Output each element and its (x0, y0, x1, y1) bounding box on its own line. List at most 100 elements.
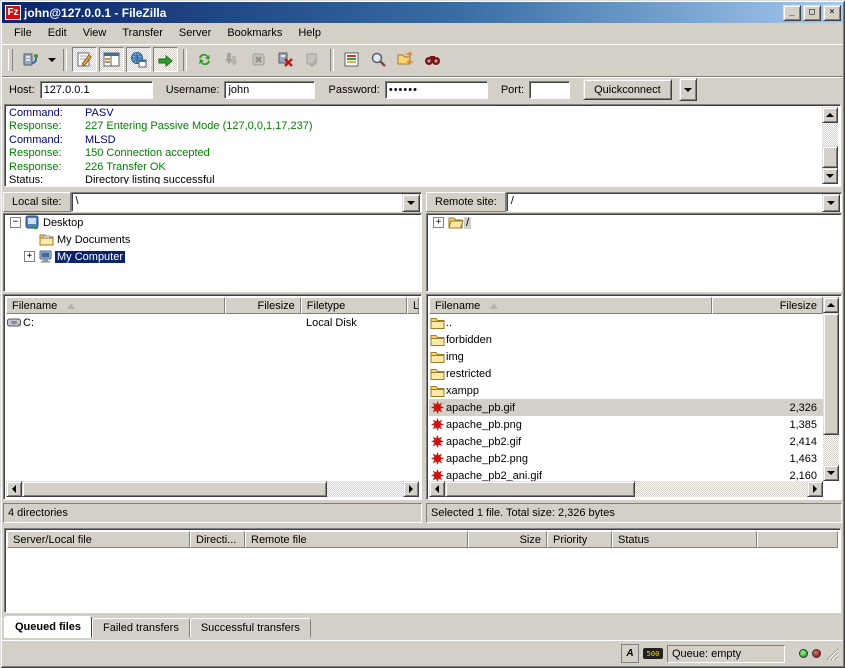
log-vertical-scrollbar[interactable] (822, 107, 838, 184)
menu-server[interactable]: Server (171, 25, 219, 41)
resize-grip[interactable] (825, 647, 839, 661)
scroll-down-button[interactable] (823, 465, 839, 481)
collapse-icon[interactable]: − (10, 217, 21, 228)
remote-file-row-selected[interactable]: apache_pb.gif 2,326 (429, 399, 823, 416)
column-header-priority[interactable]: Priority (547, 531, 612, 548)
column-header-filesize[interactable]: Filesize (712, 297, 823, 314)
tree-item-root[interactable]: + / (427, 214, 841, 231)
toolbar-separator (63, 49, 67, 71)
tree-item-my-computer[interactable]: + My Computer (4, 248, 421, 265)
password-input[interactable] (385, 81, 488, 99)
column-header-filename[interactable]: Filename (6, 297, 225, 314)
speed-limit-icon[interactable]: 500 (643, 648, 663, 659)
chevron-down-icon (684, 88, 692, 92)
cancel-operation-button[interactable] (246, 47, 271, 72)
close-button[interactable]: × (823, 5, 841, 21)
menu-transfer[interactable]: Transfer (114, 25, 171, 41)
scroll-left-button[interactable] (429, 481, 445, 497)
remote-vertical-scrollbar[interactable] (823, 297, 839, 481)
scroll-down-button[interactable] (822, 168, 838, 184)
local-horizontal-scrollbar[interactable] (6, 481, 419, 497)
site-manager-dropdown-button[interactable] (45, 47, 58, 72)
expand-icon[interactable]: + (24, 251, 35, 262)
scroll-thumb[interactable] (822, 146, 838, 168)
remote-file-row[interactable]: restricted (429, 365, 823, 382)
remote-file-row[interactable]: xampp (429, 382, 823, 399)
host-input[interactable] (40, 81, 153, 99)
tab-queued-files[interactable]: Queued files (4, 616, 92, 638)
minimize-button[interactable]: _ (783, 5, 801, 21)
expand-icon[interactable]: + (433, 217, 444, 228)
maximize-button[interactable]: □ (803, 5, 821, 21)
local-site-combobox[interactable]: \ (71, 192, 422, 212)
toggle-local-tree-button[interactable] (99, 47, 124, 72)
quickconnect-button[interactable]: Quickconnect (583, 79, 672, 100)
username-input[interactable] (224, 81, 315, 99)
find-files-button[interactable] (420, 47, 445, 72)
column-header-server-local-file[interactable]: Server/Local file (7, 531, 190, 548)
column-header-filetype[interactable]: Filetype (301, 297, 407, 314)
reconnect-button[interactable] (300, 47, 325, 72)
column-header-status[interactable]: Status (612, 531, 757, 548)
arrow-down-icon (827, 471, 835, 475)
sort-ascending-icon (490, 303, 498, 309)
remote-file-row[interactable]: .. (429, 314, 823, 331)
remote-site-dropdown-button[interactable] (822, 194, 840, 212)
tab-failed-transfers[interactable]: Failed transfers (92, 618, 190, 638)
tree-item-my-documents[interactable]: My Documents (4, 231, 421, 248)
column-header-last-modified[interactable]: L (407, 297, 419, 314)
directory-filter-button[interactable] (339, 47, 364, 72)
scroll-left-button[interactable] (6, 481, 22, 497)
scroll-thumb[interactable] (823, 313, 839, 435)
local-file-row[interactable]: C: Local Disk (6, 314, 419, 331)
scroll-up-button[interactable] (823, 297, 839, 313)
column-header-filesize[interactable]: Filesize (225, 297, 300, 314)
message-log: Command:PASV Response:227 Entering Passi… (4, 104, 841, 187)
tree-item-desktop[interactable]: − Desktop (4, 214, 421, 231)
scroll-right-button[interactable] (403, 481, 419, 497)
menu-file[interactable]: File (6, 25, 40, 41)
column-header-remote-file[interactable]: Remote file (245, 531, 468, 548)
remote-file-row[interactable]: apache_pb.png 1,385 (429, 416, 823, 433)
menu-view[interactable]: View (75, 25, 115, 41)
data-type-ascii-icon: A (621, 644, 639, 663)
process-queue-button[interactable] (219, 47, 244, 72)
menu-edit[interactable]: Edit (40, 25, 75, 41)
remote-site-value: / (511, 195, 514, 207)
site-manager-button[interactable] (18, 47, 43, 72)
folder-icon (429, 334, 446, 346)
toggle-queue-button[interactable] (153, 47, 178, 72)
remote-horizontal-scrollbar[interactable] (429, 481, 823, 497)
column-header-blank (757, 531, 838, 548)
toggle-remote-tree-button[interactable] (126, 47, 151, 72)
column-header-direction[interactable]: Directi... (190, 531, 245, 548)
disconnect-button[interactable] (273, 47, 298, 72)
compare-directories-button[interactable] (366, 47, 391, 72)
arrow-right-icon (409, 485, 413, 493)
remote-site-combobox[interactable]: / (506, 192, 842, 212)
remote-list-header: Filename Filesize (429, 297, 823, 314)
scroll-right-button[interactable] (807, 481, 823, 497)
menu-help[interactable]: Help (290, 25, 329, 41)
column-header-filename[interactable]: Filename (429, 297, 712, 314)
scroll-thumb[interactable] (22, 481, 327, 497)
remote-file-row[interactable]: apache_pb2.gif 2,414 (429, 433, 823, 450)
refresh-button[interactable] (192, 47, 217, 72)
send-indicator-light (812, 649, 821, 658)
toggle-message-log-button[interactable] (72, 47, 97, 72)
tab-successful-transfers[interactable]: Successful transfers (190, 618, 311, 638)
remote-file-row[interactable]: apache_pb2_ani.gif 2,160 (429, 467, 823, 481)
scroll-up-button[interactable] (822, 107, 838, 123)
toolbar-separator (183, 49, 187, 71)
remote-file-row[interactable]: forbidden (429, 331, 823, 348)
port-input[interactable] (529, 81, 570, 99)
column-header-size[interactable]: Size (468, 531, 547, 548)
local-site-value: \ (76, 195, 79, 207)
synchronized-browsing-button[interactable] (393, 47, 418, 72)
remote-file-row[interactable]: img (429, 348, 823, 365)
quickconnect-dropdown-button[interactable] (679, 78, 697, 101)
local-site-dropdown-button[interactable] (402, 194, 420, 212)
scroll-thumb[interactable] (445, 481, 635, 497)
menu-bookmarks[interactable]: Bookmarks (219, 25, 290, 41)
remote-file-row[interactable]: apache_pb2.png 1,463 (429, 450, 823, 467)
